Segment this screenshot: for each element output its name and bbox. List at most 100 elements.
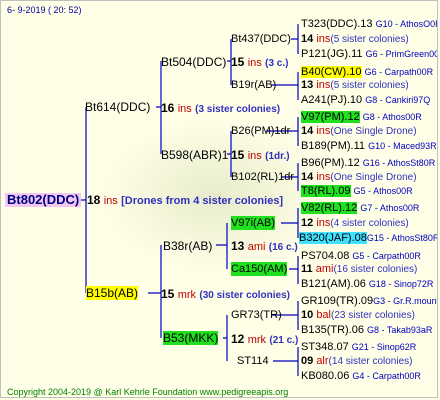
g3-queen-5[interactable]: V97i(AB) [231,216,276,230]
ancestor-name: T8(RL).09 [301,185,351,197]
g3-info-6: 11 ami(16 sister colonies) [301,262,417,277]
g2-ins-3: ami [247,241,266,253]
link-g3-1 [291,24,299,54]
ancestor-row[interactable]: B189(PM).11 G10 - Maced93R [301,139,437,153]
ancestor-row[interactable]: T8(RL).09 G5 - Athos00R [301,184,413,198]
g3-info-2: 13 ins(5 sister colonies) [301,78,409,93]
ancestor-code: G10 - AthosO0R [375,19,438,29]
g3-note-8: (14 sister colonies) [328,356,413,367]
root-gen-info: 18 ins [Drones from 4 sister colonies] [87,193,283,208]
ancestor-row[interactable]: T323(DDC).13 G10 - AthosO0R [301,17,438,31]
copyright-footer: Copyright 2004-2019 @ Karl Kehrle Founda… [7,387,289,397]
ancestor-name: V97(PM).12 [301,111,360,123]
g2-info-3: 13 ami (16 c.) [231,239,298,255]
ancestor-name: KB080.06 [301,370,350,382]
g3-queen-1[interactable]: Bt437(DDC) [231,32,291,46]
g3-ins-6: ami [315,263,334,275]
ancestor-code: G6 - Carpath00R [364,67,434,77]
g2-info-2: 15 ins (1dr.) [231,148,290,164]
root-note: [Drones from 4 sister colonies] [121,195,284,207]
g3-ins-2: ins [316,79,331,91]
g3-gen-1: 14 [301,33,314,45]
ancestor-name: B135(TR).06 [301,324,364,336]
g2-gen-2: 15 [231,148,245,162]
g3-queen-8[interactable]: ST114 [237,354,269,368]
ancestor-row[interactable]: PS704.08 G5 - Carpath00R [301,249,421,263]
g2-ins-4: mrk [247,334,267,346]
root-gen: 18 [87,193,101,207]
root-queen[interactable]: Bt802(DDC) [5,192,82,208]
link-g2-4 [223,315,228,361]
dam-line-queen[interactable]: B15b(AB) [86,286,139,300]
g3-info-3: 14 ins(One Single Drone) [301,124,417,139]
link-g3-8 [273,347,299,376]
dam-line-gen: 15 [161,287,175,301]
root-name: Bt802(DDC) [5,192,82,207]
g2-ins-1: ins [247,57,262,69]
g2-gen-3: 13 [231,239,245,253]
g3-ins-1: ins [316,33,331,45]
ancestor-row[interactable]: B96(PM).12 G16 - AthosSt80R [301,156,435,170]
ancestor-name: B320(JAF).08 [299,232,367,244]
g2-queen-1[interactable]: Bt504(DDC) [161,55,226,69]
g3-note-2: (5 sister colonies) [330,80,409,91]
dam-line-gen-info: 15 mrk (30 sister colonies) [161,287,290,303]
ancestor-name: P121(JG).11 [301,48,363,60]
g3-info-7: 10 bal(23 sister colonies) [301,308,415,323]
ancestor-code: G10 - Maced93R [368,141,437,151]
ancestor-row[interactable]: A241(PJ).10 G8 - Cankiri97Q [301,93,430,107]
ancestor-row[interactable]: V82(RL).12 G7 - Athos00R [301,201,419,215]
g3-gen-3: 14 [301,125,314,137]
g2-gen-1: 15 [231,55,245,69]
g2-queen-4[interactable]: B53(MKK) [163,331,219,345]
ancestor-name: A241(PJ).10 [301,94,363,106]
link-g3-6 [289,256,299,284]
ancestor-code: G5 - Athos00R [353,186,413,196]
root-ins: ins [103,195,118,207]
g3-gen-5: 12 [301,217,314,229]
g2-queen-3[interactable]: B38r(AB) [163,239,212,253]
g3-queen-2[interactable]: B19r(AB) [231,78,276,92]
ancestor-row[interactable]: B320(JAF).08G15 - AthosSt80R [299,231,438,245]
g2-note-3: (16 c.) [268,242,298,253]
ancestor-row[interactable]: GR109(TR).09G3 - Gr.R.mounta [301,294,438,308]
ancestor-code: G3 - Gr.R.mounta [373,296,438,306]
date-stamp: 6- 9-2019 ( 20: 52) [7,5,82,15]
ancestor-row[interactable]: P121(JG).11 G6 - PrimGreen00 [301,47,437,61]
ancestor-name: B96(PM).12 [301,157,360,169]
ancestor-row[interactable]: B135(TR).06 G8 - Takab93aR [301,323,432,337]
g3-info-8: 09 alr(14 sister colonies) [301,354,412,369]
g3-note-1: (5 sister colonies) [330,34,409,45]
g3-queen-7[interactable]: GR73(TR) [231,308,282,322]
ancestor-row[interactable]: B121(AM).06 G18 - Sinop72R [301,277,433,291]
ancestor-code: G18 - Sinop72R [368,279,434,289]
sire-line-queen[interactable]: Bt614(DDC) [85,100,150,114]
g3-note-4: (One Single Drone) [330,172,417,183]
ancestor-row[interactable]: B40(CW).10 G6 - Carpath00R [301,65,433,79]
g2-note-4: (21 c.) [269,335,299,346]
ancestor-code: G21 - Sinop62R [351,342,417,352]
dam-line-ins: mrk [177,289,197,301]
link-g3-5 [281,208,299,238]
g3-info-5: 12 ins(4 sister colonies) [301,216,409,231]
ancestor-name: PS704.08 [301,250,350,262]
g3-gen-7: 10 [301,309,314,321]
ancestor-row[interactable]: V97(PM).12 G8 - Athos00R [301,110,422,124]
ancestor-row[interactable]: KB080.06 G4 - Carpath00R [301,369,421,383]
g2-ins-2: ins [247,150,262,162]
g3-gen-2: 13 [301,79,314,91]
g3-queen-4[interactable]: B102(RL)1dr [231,170,294,184]
ancestor-row[interactable]: ST348.07 G21 - Sinop62R [301,340,416,354]
ancestor-code: G15 - AthosSt80R [366,233,438,243]
g2-queen-2[interactable]: B598(ABR)1 [161,148,228,162]
g2-info-4: 12 mrk (21 c.) [231,332,298,348]
g3-queen-6[interactable]: Ca150(AM) [231,262,288,276]
sire-line-gen: 16 [161,101,175,115]
g3-ins-3: ins [316,125,331,137]
ancestor-name: V82(RL).12 [301,202,358,214]
g3-note-3: (One Single Drone) [330,126,417,137]
ancestor-code: G8 - Athos00R [362,112,422,122]
ancestor-code: G7 - Athos00R [360,203,420,213]
g3-queen-3[interactable]: B26(PM)1dr [231,124,290,138]
ancestor-code: G8 - Cankiri97Q [365,95,431,105]
